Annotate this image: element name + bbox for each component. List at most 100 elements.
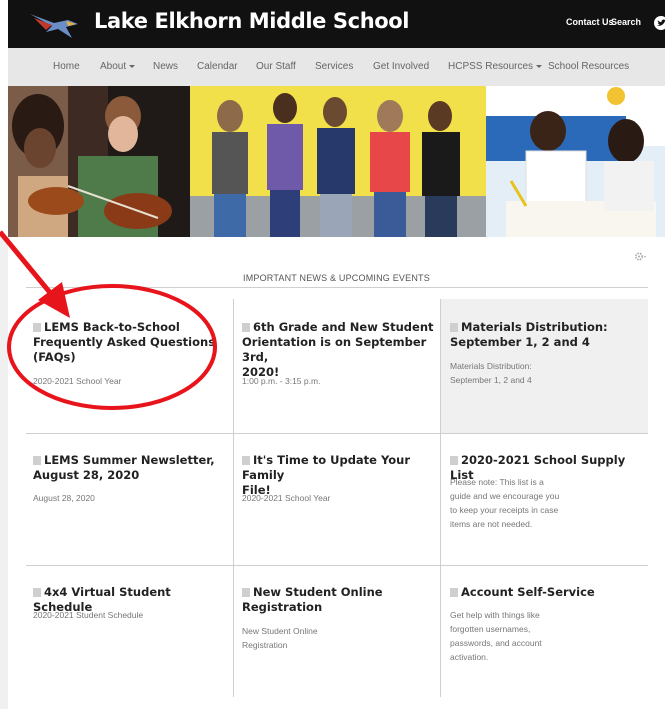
grid-divider xyxy=(26,433,648,434)
subtitle-line: 1:00 p.m. - 3:15 p.m. xyxy=(242,376,321,386)
news-card-subtitle: New Student Online Registration xyxy=(242,624,318,652)
nav-home[interactable]: Home xyxy=(53,61,80,72)
title-text: LEMS Back-to-School xyxy=(44,320,180,334)
flag-icon xyxy=(450,588,458,597)
subtitle-line: 2020-2021 Student Schedule xyxy=(33,610,144,620)
subtitle-line: Please note: This list is a xyxy=(450,477,544,487)
subtitle-line: Materials Distribution: xyxy=(450,361,532,371)
title-line: New Student Online xyxy=(242,585,437,600)
news-grid: LEMS Back-to-School Frequently Asked Que… xyxy=(26,299,648,697)
news-card-subtitle: Please note: This list is a guide and we… xyxy=(450,475,559,531)
subtitle-line: New Student Online xyxy=(242,626,318,636)
hawk-logo-icon[interactable] xyxy=(28,8,80,42)
news-card-title[interactable]: Materials Distribution: September 1, 2 a… xyxy=(450,320,646,350)
flag-icon xyxy=(242,456,250,465)
hero-photo-classroom xyxy=(486,86,665,237)
title-line: (FAQs) xyxy=(33,350,76,364)
news-card-subtitle: Materials Distribution: September 1, 2 a… xyxy=(450,359,532,387)
title-line: 6th Grade and New Student xyxy=(242,320,437,335)
title-line: Frequently Asked Questions xyxy=(33,335,216,349)
subtitle-line: to keep your receipts in case xyxy=(450,505,559,515)
search-link[interactable]: Search xyxy=(611,17,641,27)
nav-hcpss-resources-label: HCPSS Resources xyxy=(448,61,534,72)
grid-divider xyxy=(440,299,441,697)
subtitle-line: Registration xyxy=(242,640,288,650)
flag-icon xyxy=(33,323,41,332)
title-line: Materials Distribution: xyxy=(450,320,646,335)
title-line: Orientation is on September 3rd, xyxy=(242,335,427,364)
nav-our-staff-label: Our Staff xyxy=(256,61,296,72)
hero-photo-students xyxy=(190,86,486,237)
title-text: New Student Online xyxy=(253,585,383,599)
title-text: Account Self-Service xyxy=(461,585,595,599)
title-line: LEMS Summer Newsletter, xyxy=(33,453,228,468)
news-card-subtitle: 2020-2021 School Year xyxy=(242,491,330,505)
site-title[interactable]: Lake Elkhorn Middle School xyxy=(94,9,410,33)
subtitle-line: activation. xyxy=(450,652,489,662)
gear-icon[interactable] xyxy=(634,251,648,265)
nav-services[interactable]: Services xyxy=(315,61,353,72)
title-line: It's Time to Update Your Family xyxy=(242,453,437,483)
nav-calendar-label: Calendar xyxy=(197,61,238,72)
twitter-icon[interactable] xyxy=(654,16,665,30)
flag-icon xyxy=(33,456,41,465)
news-card-title[interactable]: LEMS Back-to-School Frequently Asked Que… xyxy=(33,320,228,365)
title-text: 6th Grade and New Student xyxy=(253,320,434,334)
grid-divider xyxy=(26,565,648,566)
title-line: September 1, 2 and 4 xyxy=(450,335,590,349)
grid-divider xyxy=(233,299,234,697)
hero-photo-orchestra xyxy=(8,86,190,237)
chevron-down-icon xyxy=(536,64,543,68)
title-line: August 28, 2020 xyxy=(33,468,140,482)
left-edge xyxy=(0,237,8,709)
flag-icon xyxy=(242,323,250,332)
news-card-title[interactable]: 6th Grade and New Student Orientation is… xyxy=(242,320,437,380)
title-line: Account Self-Service xyxy=(450,585,646,600)
news-card-title[interactable]: LEMS Summer Newsletter, August 28, 2020 xyxy=(33,453,228,483)
title-line: LEMS Back-to-School xyxy=(33,320,228,335)
subtitle-line: September 1, 2 and 4 xyxy=(450,375,532,385)
site-header: Lake Elkhorn Middle School Contact Us Se… xyxy=(8,0,665,48)
news-card-title[interactable]: New Student Online Registration xyxy=(242,585,437,615)
nav-calendar[interactable]: Calendar xyxy=(197,61,238,72)
subtitle-line: 2020-2021 School Year xyxy=(242,493,331,503)
subtitle-line: Get help with things like xyxy=(450,610,540,620)
subtitle-line: forgotten usernames, xyxy=(450,624,531,634)
nav-news[interactable]: News xyxy=(153,61,178,72)
nav-about-label: About xyxy=(100,61,127,72)
nav-our-staff[interactable]: Our Staff xyxy=(256,61,296,72)
nav-get-involved[interactable]: Get Involved xyxy=(373,61,429,72)
chevron-down-icon xyxy=(129,64,136,68)
nav-home-label: Home xyxy=(53,61,80,72)
news-card-subtitle: 1:00 p.m. - 3:15 p.m. xyxy=(242,374,320,388)
subtitle-line: guide and we encourage you xyxy=(450,491,560,501)
nav-get-involved-label: Get Involved xyxy=(373,61,430,72)
nav-news-label: News xyxy=(153,61,179,72)
flag-icon xyxy=(242,588,250,597)
nav-school-resources[interactable]: School Resources xyxy=(548,61,629,72)
subtitle-line: 2020-2021 School Year xyxy=(33,376,122,386)
news-card-title[interactable]: Account Self-Service xyxy=(450,585,646,600)
flag-icon xyxy=(450,323,458,332)
news-card-subtitle: Get help with things like forgotten user… xyxy=(450,608,542,664)
divider xyxy=(26,287,648,288)
hero-banner xyxy=(8,86,665,237)
flag-icon xyxy=(33,588,41,597)
subtitle-line: passwords, and account xyxy=(450,638,542,648)
nav-services-label: Services xyxy=(315,61,354,72)
title-text: It's Time to Update Your Family xyxy=(242,453,411,482)
nav-hcpss-resources[interactable]: HCPSS Resources xyxy=(448,61,543,72)
title-text: Materials Distribution: xyxy=(461,320,608,334)
main-nav: Home About News Calendar Our Staff Servi… xyxy=(8,48,665,86)
flag-icon xyxy=(450,456,458,465)
nav-school-resources-label: School Resources xyxy=(548,61,630,72)
subtitle-line: items are not needed. xyxy=(450,519,533,529)
title-text: LEMS Summer Newsletter, xyxy=(44,453,215,467)
news-card-subtitle: 2020-2021 School Year xyxy=(33,374,121,388)
subtitle-line: August 28, 2020 xyxy=(33,493,95,503)
news-card-subtitle: August 28, 2020 xyxy=(33,491,95,505)
news-card-subtitle: 2020-2021 Student Schedule xyxy=(33,608,143,622)
nav-about[interactable]: About xyxy=(100,61,136,72)
title-line: Registration xyxy=(242,600,323,614)
contact-us-link[interactable]: Contact Us xyxy=(566,17,614,27)
